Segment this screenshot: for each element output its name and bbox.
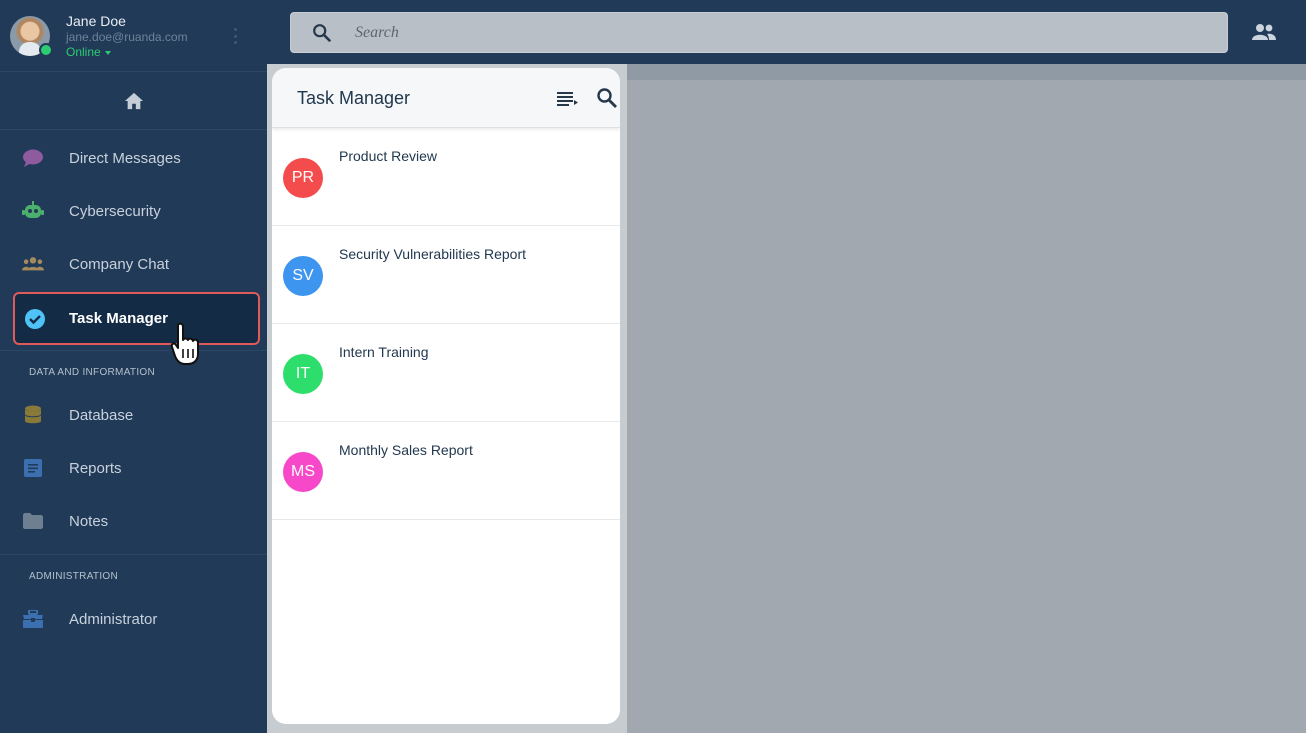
panel-title: Task Manager (297, 88, 411, 108)
task-avatar: MS (283, 452, 323, 492)
sidebar-item-administrator[interactable]: Administrator (0, 594, 267, 644)
check-circle-icon (24, 308, 46, 330)
sidebar-item-direct-messages[interactable]: Direct Messages (0, 133, 267, 183)
search-input[interactable] (355, 21, 1195, 45)
sidebar-item-company-chat[interactable]: Company Chat (0, 239, 267, 289)
global-search[interactable] (290, 12, 1228, 53)
task-list-item[interactable]: MS Monthly Sales Report (272, 422, 620, 520)
sidebar-item-label: Notes (69, 512, 109, 530)
status-dropdown[interactable]: Online (66, 45, 111, 59)
search-icon (313, 24, 332, 43)
list-menu-icon[interactable] (556, 88, 578, 108)
sidebar-item-task-manager[interactable]: Task Manager (13, 292, 260, 345)
home-icon (124, 92, 143, 110)
online-status-dot (39, 43, 53, 57)
sidebar-item-label: Reports (69, 459, 122, 477)
task-title: Security Vulnerabilities Report (339, 246, 527, 262)
task-manager-panel: Task Manager PR Product Review SV Securi… (272, 68, 620, 724)
task-avatar: PR (283, 158, 323, 198)
section-label-data: DATA AND INFORMATION (29, 367, 156, 378)
group-icon (22, 253, 44, 275)
folder-icon (22, 510, 44, 532)
task-title: Monthly Sales Report (339, 442, 473, 458)
task-avatar: IT (283, 354, 323, 394)
sidebar-item-label: Direct Messages (69, 149, 181, 167)
sidebar-item-notes[interactable]: Notes (0, 496, 267, 546)
divider (0, 350, 267, 351)
sidebar-item-label: Task Manager (69, 310, 168, 327)
chat-bubble-icon (22, 147, 44, 169)
task-list-item[interactable]: SV Security Vulnerabilities Report (272, 226, 620, 324)
document-icon (22, 457, 44, 479)
sidebar-item-reports[interactable]: Reports (0, 443, 267, 493)
user-name: Jane Doe (66, 13, 126, 29)
sidebar-item-database[interactable]: Database (0, 390, 267, 440)
task-avatar: SV (283, 256, 323, 296)
status-label: Online (66, 45, 101, 59)
top-bar (267, 0, 1306, 64)
sidebar-item-label: Company Chat (69, 255, 170, 273)
task-title: Intern Training (339, 344, 429, 360)
panel-header: Task Manager (272, 68, 620, 128)
content-header-strip (627, 64, 1306, 80)
sidebar-item-cybersecurity[interactable]: Cybersecurity (0, 186, 267, 236)
toolbox-icon (22, 608, 44, 630)
user-profile[interactable]: Jane Doe jane.doe@ruanda.com Online (0, 0, 267, 72)
caret-down-icon (104, 50, 111, 55)
sidebar: Jane Doe jane.doe@ruanda.com Online Dire… (0, 0, 267, 733)
sidebar-item-label: Database (69, 406, 134, 424)
sidebar-item-label: Cybersecurity (69, 202, 161, 220)
sidebar-item-label: Administrator (69, 610, 158, 628)
panel-search-icon[interactable] (595, 86, 619, 110)
user-email: jane.doe@ruanda.com (66, 30, 188, 44)
home-button[interactable] (0, 73, 267, 130)
hand-pointer-cursor-icon (170, 322, 199, 365)
divider (0, 554, 267, 555)
database-icon (22, 404, 44, 426)
more-options-icon[interactable] (234, 28, 238, 44)
people-icon[interactable] (1251, 20, 1277, 44)
task-list-item[interactable]: PR Product Review (272, 128, 620, 226)
section-label-admin: ADMINISTRATION (29, 571, 119, 582)
task-title: Product Review (339, 148, 438, 164)
robot-icon (22, 200, 44, 222)
task-list-item[interactable]: IT Intern Training (272, 324, 620, 422)
